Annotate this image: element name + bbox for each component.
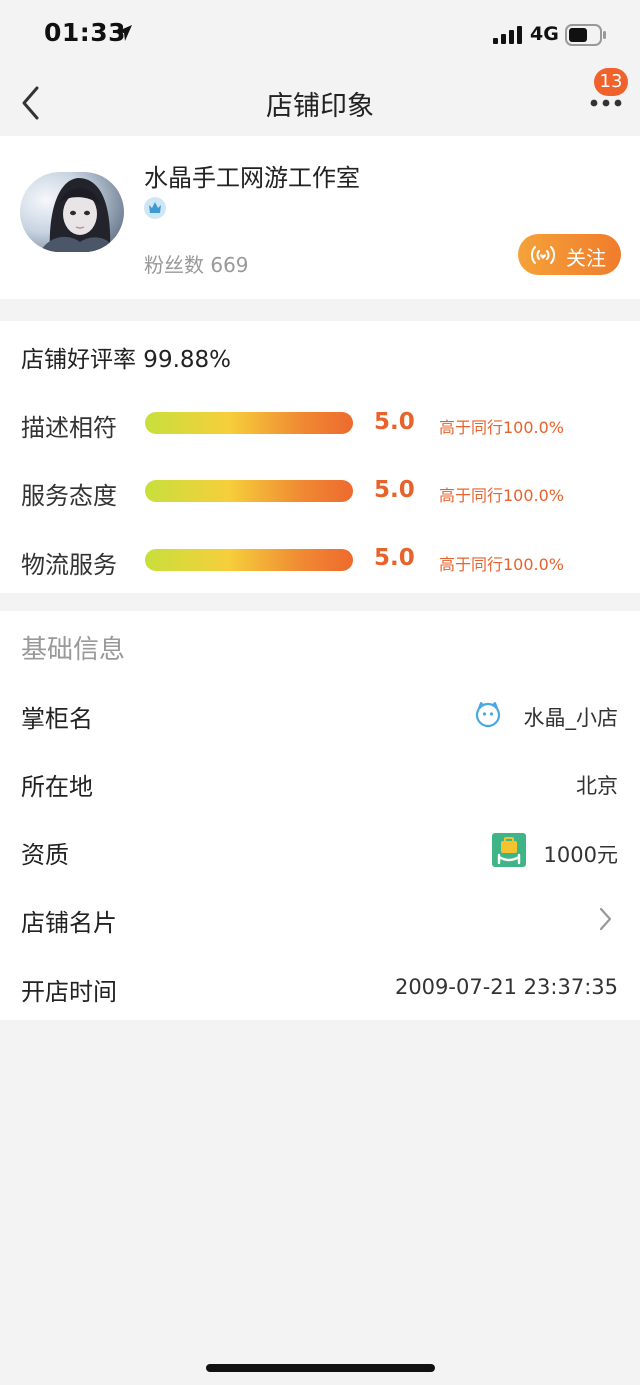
rating-label-logistics: 物流服务 [21,551,117,579]
crown-level-icon [144,197,166,219]
fans-label: 粉丝数 [144,253,204,277]
home-indicator[interactable] [206,1364,435,1372]
open-time-label: 开店时间 [21,978,117,1006]
chat-face-icon[interactable] [474,700,502,728]
page-title: 店铺印象 [266,91,374,122]
location-value: 北京 [576,774,618,798]
follow-button-label: 关注 [566,246,606,270]
rating-score-service: 5.0 [374,477,415,503]
rating-score-description: 5.0 [374,409,415,435]
basic-info-title: 基础信息 [21,635,126,665]
rating-bar-description [145,412,353,434]
rating-bar-service [145,480,353,502]
qualification-label: 资质 [21,841,69,869]
message-count-badge[interactable]: 13 [594,68,628,96]
broadcast-heart-icon [531,246,555,264]
chevron-right-icon[interactable] [595,905,615,933]
owner-label: 掌柜名 [21,705,93,733]
fans-count-text: 粉丝数 669 [144,249,249,278]
back-arrow-icon[interactable] [12,83,52,123]
owner-value[interactable]: 水晶_小店 [524,702,619,732]
network-type: 4G [530,23,559,45]
cellular-signal-icon [493,26,522,44]
shop-avatar[interactable] [20,172,124,252]
rating-label-service: 服务态度 [21,482,117,510]
open-time-value: 2009-07-21 23:37:35 [394,975,618,999]
battery-icon [565,24,606,46]
rating-bar-logistics [145,549,353,571]
shop-name: 水晶手工网游工作室 [144,164,360,192]
rating-compare-logistics: 高于同行100.0% [439,555,565,574]
rating-score-logistics: 5.0 [374,545,415,571]
rating-compare-description: 高于同行100.0% [439,418,565,437]
deposit-bag-icon [492,833,526,867]
rating-label-description: 描述相符 [21,414,117,442]
shop-card-label[interactable]: 店铺名片 [21,903,117,938]
location-label: 所在地 [21,773,93,801]
basic-info-card [0,611,640,1020]
positive-rate: 店铺好评率 99.88% [21,347,232,373]
qualification-value: 1000元 [543,843,618,867]
fans-count: 669 [210,253,249,277]
location-arrow-icon [116,25,132,41]
follow-button[interactable]: 关注 [518,234,621,275]
rating-compare-service: 高于同行100.0% [439,486,565,505]
